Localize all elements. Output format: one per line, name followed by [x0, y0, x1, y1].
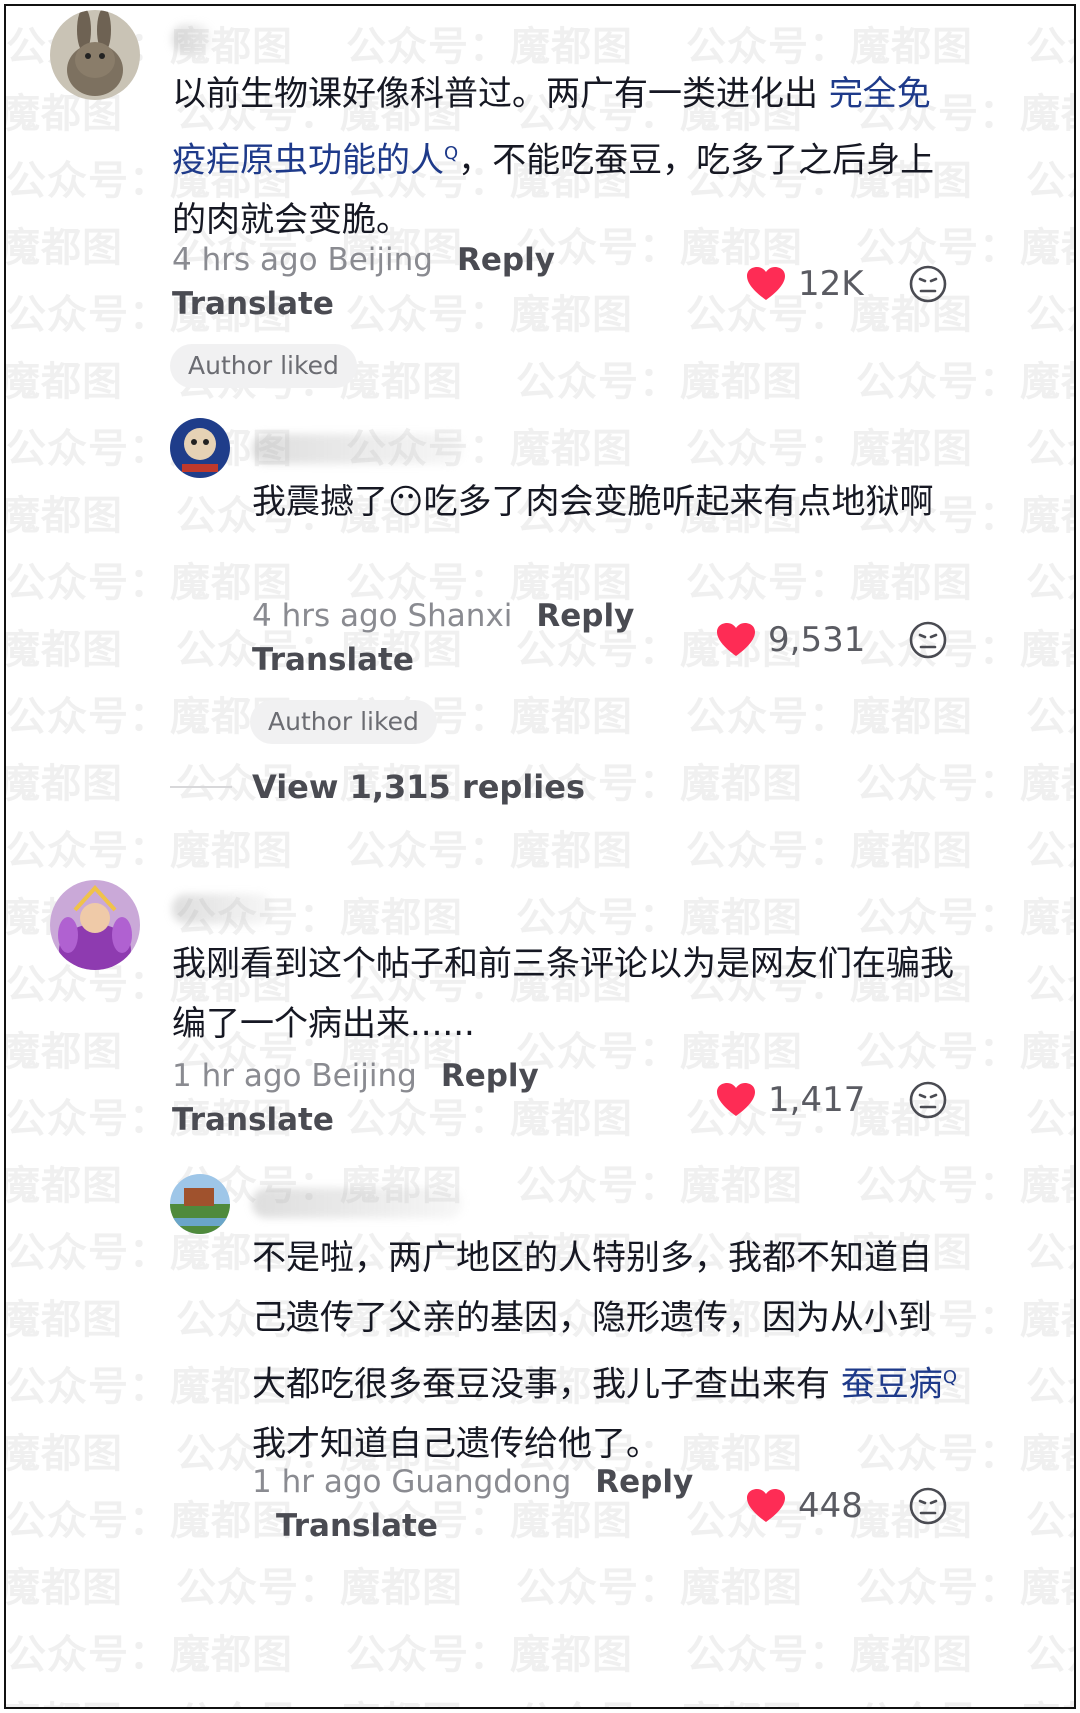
translate-button[interactable]: Translate: [172, 286, 334, 322]
heart-icon: [747, 1489, 785, 1522]
like-button[interactable]: 448: [746, 1486, 863, 1526]
like-count: 12K: [798, 264, 864, 304]
comment-meta: 1 hr ago Guangdong Reply: [252, 1464, 693, 1500]
reply-button[interactable]: Reply: [595, 1464, 693, 1500]
reply-button[interactable]: Reply: [536, 598, 634, 634]
time-location: 1 hr ago Guangdong: [252, 1464, 572, 1500]
heart-icon: [717, 623, 755, 656]
comment-meta: 4 hrs ago Beijing Reply: [172, 242, 555, 278]
reply-button[interactable]: Reply: [441, 1058, 539, 1094]
username-blurred[interactable]: [252, 1188, 462, 1218]
author-liked-badge: Author liked: [170, 344, 357, 388]
dislike-face-icon[interactable]: [908, 264, 948, 304]
comment-list: 公众号：魔都图公众号：魔都图公众号：魔都图公众号：魔都图公众号：魔都图公众号：魔…: [4, 4, 1076, 1709]
view-replies-button[interactable]: View 1,315 replies: [170, 768, 585, 806]
time-location: 4 hrs ago Shanxi: [252, 598, 513, 634]
dislike-face-icon[interactable]: [908, 1486, 948, 1526]
reply-button[interactable]: Reply: [457, 242, 555, 278]
like-count: 1,417: [768, 1080, 866, 1120]
dislike-face-icon[interactable]: [908, 620, 948, 660]
divider: [170, 786, 232, 788]
comment-meta: 4 hrs ago Shanxi Reply: [252, 598, 634, 634]
translate-button[interactable]: Translate: [276, 1508, 438, 1544]
like-count: 448: [798, 1486, 863, 1526]
username-blurred[interactable]: [172, 24, 212, 54]
time-location: 1 hr ago Beijing: [172, 1058, 417, 1094]
comment-text: 不是啦，两广地区的人特别多，我都不知道自己遗传了父亲的基因，隐形遗传，因为从小到…: [252, 1238, 957, 1465]
view-replies-label: View 1,315 replies: [252, 768, 586, 806]
username-blurred[interactable]: [172, 894, 272, 924]
like-button[interactable]: 1,417: [716, 1080, 865, 1120]
username-blurred[interactable]: [252, 434, 462, 464]
comment-text: 我震撼了😶吃多了肉会变脆听起来有点地狱啊: [252, 482, 934, 522]
like-button[interactable]: 9,531: [716, 620, 865, 660]
search-link[interactable]: 蚕豆病: [841, 1364, 943, 1404]
dislike-face-icon[interactable]: [908, 1080, 948, 1120]
search-superscript-icon: Q: [444, 143, 459, 164]
like-count: 9,531: [768, 620, 866, 660]
comment-text: 以前生物课好像科普过。两广有一类进化出 完全免疫疟原虫功能的人Q，不能吃蚕豆，吃…: [172, 74, 935, 241]
translate-button[interactable]: Translate: [172, 1102, 334, 1138]
search-superscript-icon: Q: [942, 1367, 957, 1388]
translate-button[interactable]: Translate: [252, 642, 414, 678]
heart-icon: [747, 267, 785, 300]
avatar[interactable]: [170, 1174, 230, 1234]
author-liked-badge: Author liked: [250, 700, 437, 744]
comment-text: 我刚看到这个帖子和前三条评论以为是网友们在骗我编了一个病出来......: [172, 944, 954, 1044]
like-button[interactable]: 12K: [746, 264, 864, 304]
comment-meta: 1 hr ago Beijing Reply: [172, 1058, 539, 1094]
avatar[interactable]: [170, 418, 230, 478]
heart-icon: [717, 1083, 755, 1116]
avatar[interactable]: [50, 880, 140, 970]
time-location: 4 hrs ago Beijing: [172, 242, 433, 278]
avatar[interactable]: [50, 10, 140, 100]
